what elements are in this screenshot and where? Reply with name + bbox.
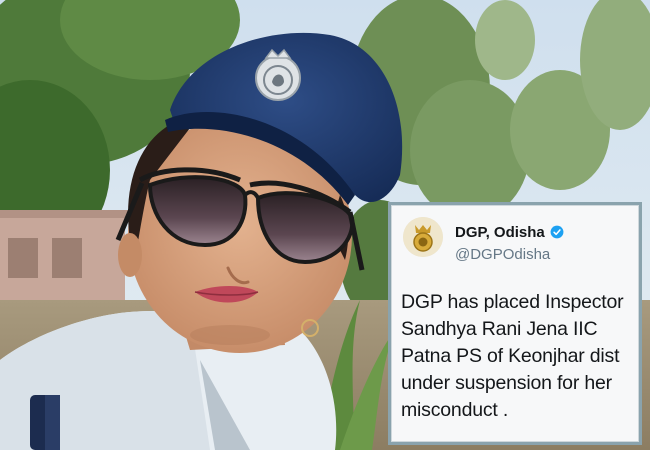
background-building bbox=[0, 210, 130, 315]
display-name[interactable]: DGP, Odisha bbox=[455, 224, 545, 241]
tweet-text-line: Patna PS of Keonjhar dist bbox=[401, 345, 620, 367]
odisha-police-emblem-icon bbox=[403, 217, 443, 257]
tweet-name-row: DGP, Odisha bbox=[455, 222, 564, 242]
tweet-text-line: DGP has placed Inspector bbox=[401, 291, 624, 313]
verified-badge-icon bbox=[550, 225, 564, 239]
avatar[interactable] bbox=[403, 217, 443, 257]
tweet-text-line: under suspension for her bbox=[401, 372, 612, 394]
tweet-card: DGP, Odisha @DGPOdisha DGP has placed In… bbox=[388, 202, 642, 445]
tweet-text-line: Sandhya Rani Jena IIC bbox=[401, 318, 598, 340]
tweet-text: DGP has placed Inspector Sandhya Rani Je… bbox=[401, 289, 649, 424]
tweet-text-line: misconduct . bbox=[401, 399, 509, 421]
handle[interactable]: @DGPOdisha bbox=[455, 246, 550, 263]
